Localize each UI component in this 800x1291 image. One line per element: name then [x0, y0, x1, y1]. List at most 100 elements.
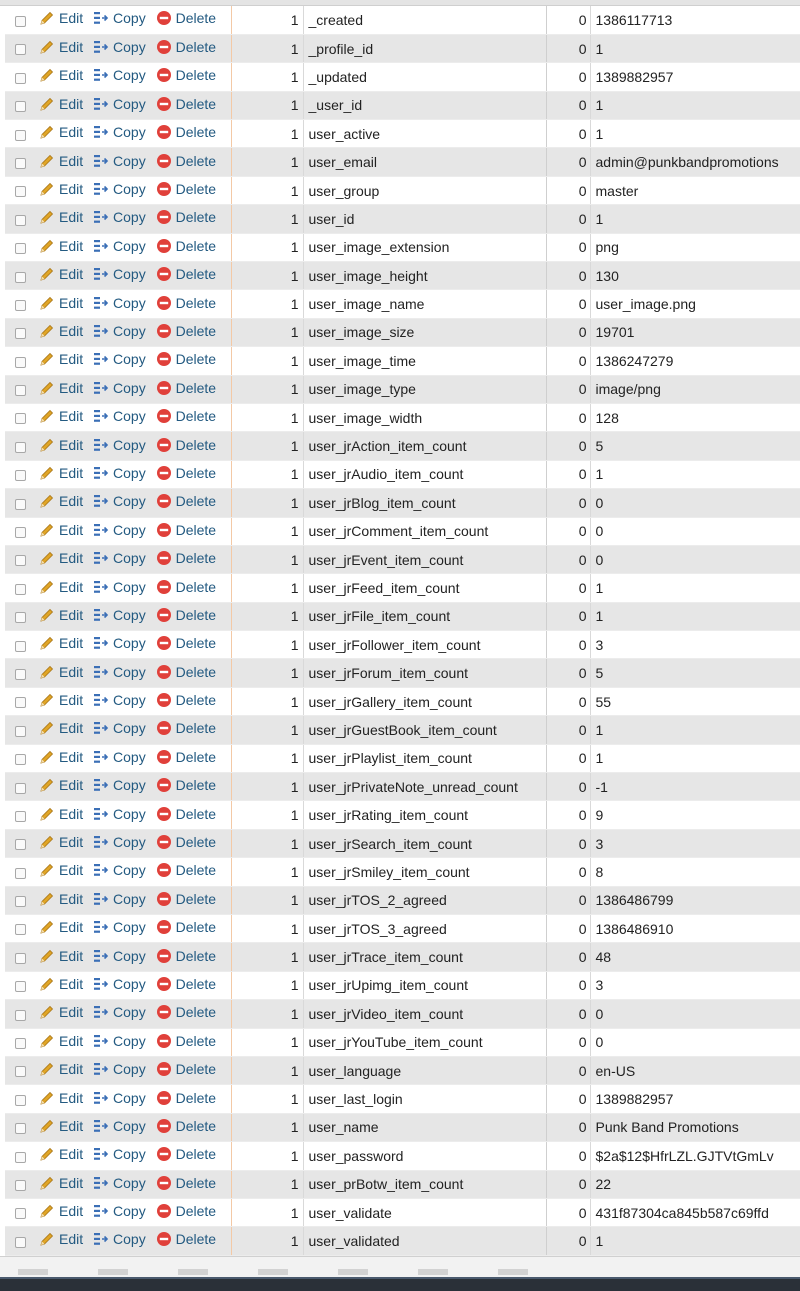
copy-link[interactable]: Copy — [93, 181, 146, 197]
copy-link[interactable]: Copy — [93, 1004, 146, 1020]
edit-link[interactable]: Edit — [39, 522, 83, 538]
edit-link[interactable]: Edit — [39, 124, 83, 140]
delete-link[interactable]: Delete — [156, 607, 216, 623]
edit-link[interactable]: Edit — [39, 1203, 83, 1219]
edit-link[interactable]: Edit — [39, 437, 83, 453]
edit-link[interactable]: Edit — [39, 1231, 83, 1247]
copy-link[interactable]: Copy — [93, 209, 146, 225]
edit-link[interactable]: Edit — [39, 153, 83, 169]
edit-link[interactable]: Edit — [39, 862, 83, 878]
delete-link[interactable]: Delete — [156, 408, 216, 424]
edit-link[interactable]: Edit — [39, 408, 83, 424]
edit-link[interactable]: Edit — [39, 1175, 83, 1191]
delete-link[interactable]: Delete — [156, 834, 216, 850]
copy-link[interactable]: Copy — [93, 295, 146, 311]
delete-link[interactable]: Delete — [156, 295, 216, 311]
edit-link[interactable]: Edit — [39, 919, 83, 935]
row-checkbox[interactable] — [14, 413, 26, 425]
edit-link[interactable]: Edit — [39, 834, 83, 850]
delete-link[interactable]: Delete — [156, 351, 216, 367]
edit-link[interactable]: Edit — [39, 550, 83, 566]
row-checkbox[interactable] — [14, 129, 26, 141]
delete-link[interactable]: Delete — [156, 465, 216, 481]
row-checkbox[interactable] — [14, 186, 26, 198]
delete-link[interactable]: Delete — [156, 806, 216, 822]
row-checkbox[interactable] — [14, 924, 26, 936]
edit-link[interactable]: Edit — [39, 607, 83, 623]
delete-link[interactable]: Delete — [156, 67, 216, 83]
row-checkbox[interactable] — [14, 1094, 26, 1106]
row-checkbox[interactable] — [14, 555, 26, 567]
row-checkbox[interactable] — [14, 72, 26, 84]
edit-link[interactable]: Edit — [39, 806, 83, 822]
delete-link[interactable]: Delete — [156, 1004, 216, 1020]
delete-link[interactable]: Delete — [156, 124, 216, 140]
copy-link[interactable]: Copy — [93, 67, 146, 83]
row-checkbox[interactable] — [14, 952, 26, 964]
edit-link[interactable]: Edit — [39, 181, 83, 197]
edit-link[interactable]: Edit — [39, 777, 83, 793]
row-checkbox[interactable] — [14, 1066, 26, 1078]
edit-link[interactable]: Edit — [39, 1118, 83, 1134]
copy-link[interactable]: Copy — [93, 153, 146, 169]
row-checkbox[interactable] — [14, 896, 26, 908]
delete-link[interactable]: Delete — [156, 777, 216, 793]
edit-link[interactable]: Edit — [39, 39, 83, 55]
delete-link[interactable]: Delete — [156, 96, 216, 112]
edit-link[interactable]: Edit — [39, 749, 83, 765]
row-checkbox[interactable] — [14, 44, 26, 56]
row-checkbox[interactable] — [14, 782, 26, 794]
edit-link[interactable]: Edit — [39, 1061, 83, 1077]
edit-link[interactable]: Edit — [39, 295, 83, 311]
copy-link[interactable]: Copy — [93, 550, 146, 566]
delete-link[interactable]: Delete — [156, 720, 216, 736]
row-checkbox[interactable] — [14, 1038, 26, 1050]
edit-link[interactable]: Edit — [39, 1004, 83, 1020]
delete-link[interactable]: Delete — [156, 1231, 216, 1247]
delete-link[interactable]: Delete — [156, 323, 216, 339]
copy-link[interactable]: Copy — [93, 720, 146, 736]
edit-link[interactable]: Edit — [39, 351, 83, 367]
row-checkbox[interactable] — [14, 640, 26, 652]
copy-link[interactable]: Copy — [93, 238, 146, 254]
copy-link[interactable]: Copy — [93, 493, 146, 509]
copy-link[interactable]: Copy — [93, 1203, 146, 1219]
copy-link[interactable]: Copy — [93, 891, 146, 907]
delete-link[interactable]: Delete — [156, 437, 216, 453]
copy-link[interactable]: Copy — [93, 380, 146, 396]
row-checkbox[interactable] — [14, 1123, 26, 1135]
row-checkbox[interactable] — [14, 15, 26, 27]
copy-link[interactable]: Copy — [93, 919, 146, 935]
delete-link[interactable]: Delete — [156, 948, 216, 964]
delete-link[interactable]: Delete — [156, 635, 216, 651]
copy-link[interactable]: Copy — [93, 522, 146, 538]
edit-link[interactable]: Edit — [39, 635, 83, 651]
delete-link[interactable]: Delete — [156, 1033, 216, 1049]
edit-link[interactable]: Edit — [39, 579, 83, 595]
delete-link[interactable]: Delete — [156, 1146, 216, 1162]
delete-link[interactable]: Delete — [156, 862, 216, 878]
copy-link[interactable]: Copy — [93, 1033, 146, 1049]
delete-link[interactable]: Delete — [156, 266, 216, 282]
row-checkbox[interactable] — [14, 214, 26, 226]
edit-link[interactable]: Edit — [39, 209, 83, 225]
row-checkbox[interactable] — [14, 441, 26, 453]
copy-link[interactable]: Copy — [93, 1146, 146, 1162]
delete-link[interactable]: Delete — [156, 664, 216, 680]
delete-link[interactable]: Delete — [156, 209, 216, 225]
delete-link[interactable]: Delete — [156, 692, 216, 708]
copy-link[interactable]: Copy — [93, 834, 146, 850]
delete-link[interactable]: Delete — [156, 153, 216, 169]
delete-link[interactable]: Delete — [156, 1090, 216, 1106]
row-checkbox[interactable] — [14, 157, 26, 169]
row-checkbox[interactable] — [14, 1208, 26, 1220]
row-checkbox[interactable] — [14, 668, 26, 680]
copy-link[interactable]: Copy — [93, 266, 146, 282]
row-checkbox[interactable] — [14, 754, 26, 766]
copy-link[interactable]: Copy — [93, 465, 146, 481]
row-checkbox[interactable] — [14, 356, 26, 368]
edit-link[interactable]: Edit — [39, 380, 83, 396]
copy-link[interactable]: Copy — [93, 124, 146, 140]
delete-link[interactable]: Delete — [156, 493, 216, 509]
delete-link[interactable]: Delete — [156, 380, 216, 396]
